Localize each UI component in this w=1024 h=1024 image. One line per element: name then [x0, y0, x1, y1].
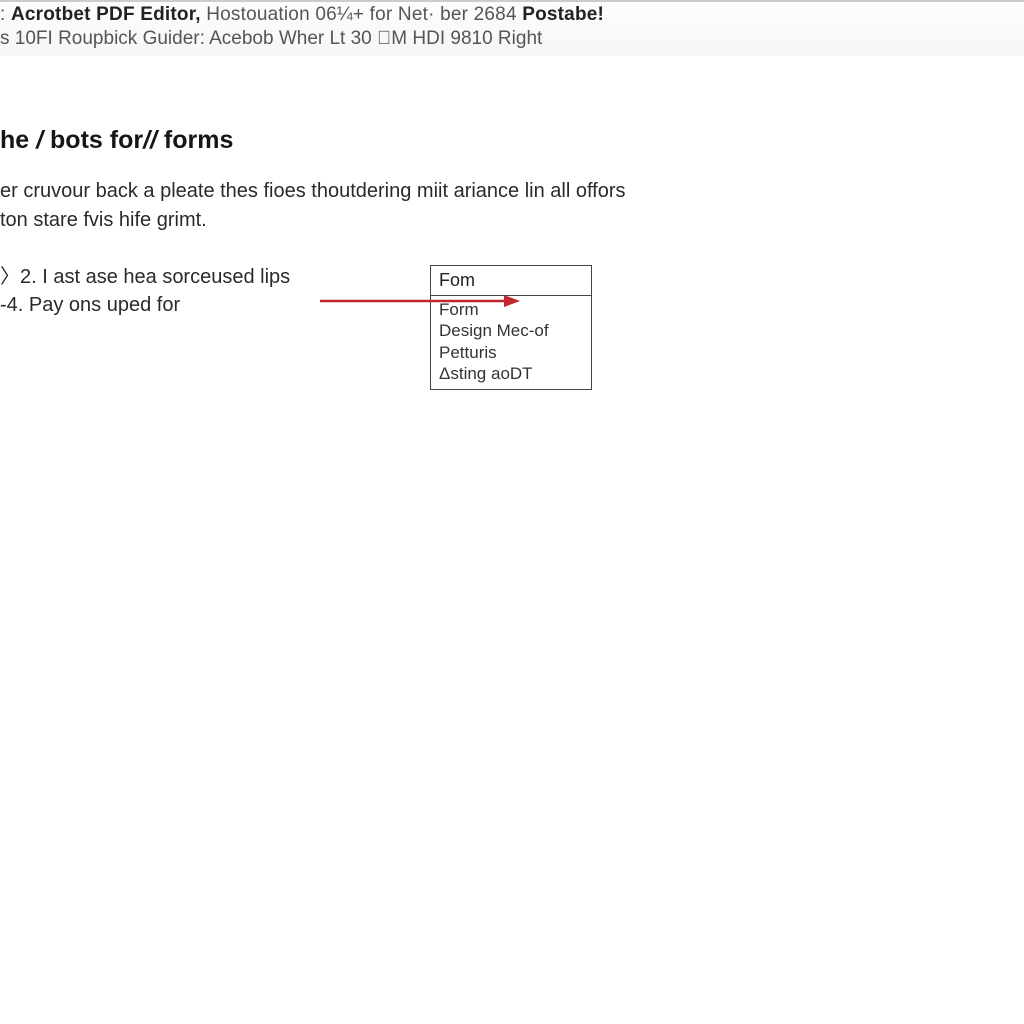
dropdown-option[interactable]: Design Mec-of [439, 320, 583, 341]
dropdown-option[interactable]: Petturis [439, 342, 583, 363]
dropdown-option[interactable]: Δsting aoDT [439, 363, 583, 384]
title-line-2: s 10FI Roupbick Guider: Acebob Wher Lt 3… [0, 28, 1024, 56]
numbered-list: 〉2. I ast ase hea sorceused lips -4. Pay… [0, 263, 320, 319]
arrow-annotation [320, 291, 430, 351]
heading-part-c: forms [157, 126, 233, 154]
heading-part-b: bots for [43, 126, 143, 154]
form-dropdown[interactable]: Fom Form Design Mec-of Petturis Δsting a… [430, 265, 592, 390]
heading-slash-2: // [143, 126, 157, 154]
window-titlebar: : Acrotbet PDF Editor, Hostouation 06¼+ … [0, 0, 1024, 56]
title-prefix: : [0, 4, 11, 25]
arrow-right-icon [320, 291, 520, 311]
heading-part-a: he [0, 126, 36, 154]
app-name: Acrotbet PDF Editor, [11, 4, 201, 25]
intro-paragraph: er cruvour back a pleate thes fioes thou… [0, 177, 640, 235]
list-item: 〉2. I ast ase hea sorceused lips [0, 263, 320, 291]
list-item: -4. Pay ons uped for [0, 291, 320, 319]
example-row: 〉2. I ast ase hea sorceused lips -4. Pay… [0, 263, 1024, 390]
title-suffix-bold: Postabe! [522, 4, 604, 25]
document-body: he / bots for// forms er cruvour back a … [0, 56, 1024, 390]
title-line-1: : Acrotbet PDF Editor, Hostouation 06¼+ … [0, 4, 1024, 28]
section-heading: he / bots for// forms [0, 126, 1024, 155]
title-mid: Hostouation 06¼+ for Net· ber 2684 [201, 4, 522, 25]
